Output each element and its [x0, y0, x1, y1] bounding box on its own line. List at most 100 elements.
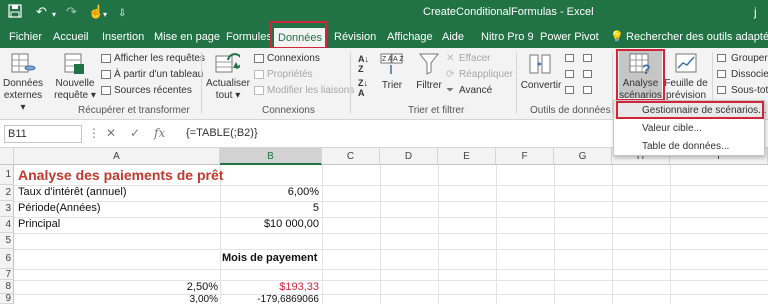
cell-a4[interactable]: Principal — [18, 218, 60, 230]
modifier-liaisons-button[interactable]: Modifier les liaisons — [267, 85, 354, 97]
group-label-recuperer: Récupérer et transformer — [78, 105, 190, 116]
column-header-f[interactable]: F — [496, 148, 554, 165]
row-header-7[interactable]: 7 — [0, 269, 14, 280]
sous-total-button[interactable]: Sous-tota — [731, 85, 768, 97]
ribbon-separator — [516, 52, 517, 114]
cell-b4[interactable]: $10 000,00 — [222, 218, 319, 230]
row-header-5[interactable]: 5 — [0, 233, 14, 249]
select-all-corner[interactable] — [0, 148, 14, 165]
remove-duplicates-icon[interactable] — [565, 70, 574, 78]
enter-formula-icon[interactable]: ✓ — [130, 126, 140, 140]
gridline — [670, 165, 671, 304]
row-header-6[interactable]: 6 — [0, 249, 14, 269]
spreadsheet-grid[interactable]: A B C D E F G H I 1 2 3 4 5 6 7 8 9 Anal… — [0, 148, 768, 305]
cell-a3[interactable]: Période(Années) — [18, 202, 101, 214]
actualiser-tout-button[interactable]: Actualiser tout ▾ — [206, 78, 250, 102]
sources-recentes-button[interactable]: Sources récentes — [114, 85, 192, 97]
save-icon[interactable] — [8, 4, 22, 22]
cell-a1[interactable]: Analyse des paiements de prêt — [18, 167, 223, 183]
tab-aide[interactable]: Aide — [438, 26, 468, 48]
column-header-c[interactable]: C — [322, 148, 380, 165]
trier-button[interactable]: Trier — [381, 80, 403, 92]
gridline — [496, 165, 497, 304]
tab-power-pivot[interactable]: Power Pivot — [536, 26, 603, 48]
cell-b9[interactable]: -179,6869066 — [222, 294, 319, 305]
sort-za-icon[interactable]: Z↓ A — [358, 78, 368, 98]
user-initial[interactable]: j — [754, 5, 757, 19]
touch-mode-icon[interactable]: ☝ — [88, 4, 104, 20]
feuille-prevision-button[interactable]: Feuille de prévision — [664, 78, 708, 102]
cell-a8[interactable]: 2,50% — [16, 281, 218, 293]
cell-b6[interactable]: Mois de payement — [222, 252, 317, 264]
customize-qat-icon[interactable]: ⇩ — [118, 6, 126, 22]
cell-a2[interactable]: Taux d'intérêt (annuel) — [18, 186, 127, 198]
tab-insertion[interactable]: Insertion — [98, 26, 148, 48]
row-header-1[interactable]: 1 — [0, 165, 14, 185]
formula-input[interactable]: {=TABLE(;B2)} — [186, 127, 258, 139]
menu-item-table-donnees[interactable]: Table de données... — [642, 141, 729, 152]
grouper-button[interactable]: Grouper — [731, 53, 768, 65]
cell-b8[interactable]: $193,33 — [222, 281, 319, 293]
connections-icon — [254, 54, 264, 63]
sort-az-icon[interactable]: A↓ Z — [358, 54, 369, 74]
cell-b2[interactable]: 6,00% — [222, 186, 319, 198]
a-partir-tableau-button[interactable]: À partir d'un tableau — [114, 69, 203, 81]
tab-formules[interactable]: Formules — [222, 26, 276, 48]
undo-icon[interactable]: ↶ — [36, 4, 47, 20]
row-header-4[interactable]: 4 — [0, 217, 14, 233]
svg-text:A Z: A Z — [393, 56, 404, 63]
data-model-icon[interactable] — [583, 86, 592, 94]
tab-affichage[interactable]: Affichage — [383, 26, 437, 48]
undo-dropdown-icon[interactable]: ▾ — [52, 7, 56, 23]
text-to-columns-icon — [529, 54, 551, 74]
gridline — [220, 165, 221, 304]
column-header-d[interactable]: D — [380, 148, 438, 165]
name-box[interactable]: B11 — [4, 125, 82, 143]
avance-button[interactable]: Avancé — [459, 85, 492, 97]
tell-me-search[interactable]: Rechercher des outils adaptés — [622, 26, 768, 48]
data-validation-icon[interactable] — [565, 86, 574, 94]
row-header-3[interactable]: 3 — [0, 201, 14, 217]
row-header-2[interactable]: 2 — [0, 185, 14, 201]
tab-fichier[interactable]: Fichier — [5, 26, 46, 48]
cell-b3[interactable]: 5 — [222, 202, 319, 214]
effacer-button[interactable]: Effacer — [459, 53, 491, 65]
tab-accueil[interactable]: Accueil — [49, 26, 92, 48]
column-header-e[interactable]: E — [438, 148, 496, 165]
cell-a9[interactable]: 3,00% — [16, 294, 218, 305]
gridline — [14, 201, 768, 202]
group-label-outils: Outils de données — [530, 105, 611, 116]
reappliquer-button[interactable]: Réappliquer — [459, 69, 513, 81]
connexions-button[interactable]: Connexions — [267, 53, 320, 65]
column-header-g[interactable]: G — [554, 148, 612, 165]
redo-icon[interactable]: ↷ — [66, 4, 77, 20]
flash-fill-icon[interactable] — [565, 54, 574, 62]
convertir-button[interactable]: Convertir — [520, 80, 562, 92]
row-header-8[interactable]: 8 — [0, 280, 14, 294]
relationships-icon[interactable] — [583, 70, 592, 78]
donnees-externes-button[interactable]: Données externes ▾ — [2, 78, 44, 114]
group-icon — [717, 54, 726, 62]
dissocier-button[interactable]: Dissocier — [731, 69, 768, 81]
proprietes-button[interactable]: Propriétés — [267, 69, 313, 81]
group-label-connexions: Connexions — [262, 105, 315, 116]
properties-icon — [254, 70, 264, 79]
menu-item-valeur-cible[interactable]: Valeur cible... — [642, 123, 702, 134]
touch-dropdown-icon[interactable]: ▾ — [103, 7, 107, 23]
tab-nitro[interactable]: Nitro Pro 9 — [477, 26, 538, 48]
gridline — [322, 165, 323, 304]
refresh-all-icon — [215, 53, 240, 73]
consolidate-icon[interactable] — [583, 54, 592, 62]
column-header-b[interactable]: B — [220, 148, 322, 165]
tab-donnees-highlight — [270, 21, 327, 49]
afficher-requetes-button[interactable]: Afficher les requêtes — [114, 53, 205, 65]
cancel-formula-icon[interactable]: ✕ — [106, 126, 116, 140]
filtrer-button[interactable]: Filtrer — [415, 80, 443, 92]
ribbon-tabs: Fichier Accueil Insertion Mise en page F… — [0, 26, 768, 48]
column-header-a[interactable]: A — [14, 148, 220, 165]
nouvelle-requete-button[interactable]: Nouvelle requête ▾ — [52, 78, 98, 102]
row-header-9[interactable]: 9 — [0, 294, 14, 304]
insert-function-icon[interactable]: fx — [154, 126, 165, 140]
tab-revision[interactable]: Révision — [330, 26, 380, 48]
tab-mise-en-page[interactable]: Mise en page — [150, 26, 224, 48]
